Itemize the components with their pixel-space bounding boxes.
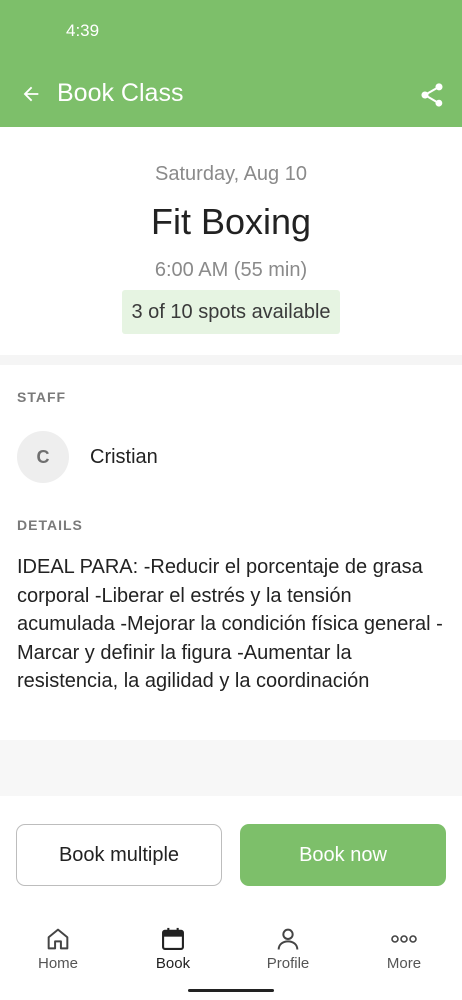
share-button[interactable] (414, 77, 450, 113)
nav-item-book[interactable]: Book (128, 924, 218, 972)
nav-item-home[interactable]: Home (13, 924, 103, 972)
page-title: Book Class (57, 79, 184, 107)
class-time: 6:00 AM (55 min) (154, 259, 308, 281)
class-name: Fit Boxing (150, 201, 312, 242)
status-time: 4:39 (66, 21, 100, 40)
class-date: Saturday, Aug 10 (155, 163, 307, 185)
arrow-back-icon (23, 86, 39, 102)
status-bar: 4:39 (0, 0, 462, 60)
nav-label-profile: Profile (266, 955, 310, 972)
class-description: IDEAL PARA: -Reducir el porcentaje de gr… (17, 556, 443, 692)
more-dots-icon (391, 935, 417, 943)
section-divider (0, 355, 462, 365)
staff-section-label: STAFF (17, 389, 67, 405)
spots-available-badge: 3 of 10 spots available (122, 290, 340, 334)
nav-item-profile[interactable]: Profile (243, 924, 333, 972)
book-multiple-button[interactable]: Book multiple (16, 824, 222, 886)
home-indicator[interactable] (188, 989, 274, 992)
share-icon (421, 83, 443, 107)
class-summary: Saturday, Aug 10 Fit Boxing 6:00 AM (55 … (0, 127, 462, 355)
back-button[interactable] (14, 77, 48, 111)
content-footer-spacer (0, 740, 462, 796)
home-icon (47, 928, 69, 950)
book-now-button[interactable]: Book now (240, 824, 446, 886)
person-icon (277, 928, 299, 950)
nav-item-more[interactable]: More (359, 924, 449, 972)
staff-name: Cristian (90, 446, 158, 468)
nav-label-book: Book (155, 955, 191, 972)
staff-avatar: C (17, 431, 69, 483)
calendar-icon (162, 927, 184, 950)
details-section-label: DETAILS (17, 517, 83, 533)
nav-label-more: More (386, 955, 422, 972)
app-bar: Book Class (0, 60, 462, 127)
nav-label-home: Home (37, 955, 78, 972)
